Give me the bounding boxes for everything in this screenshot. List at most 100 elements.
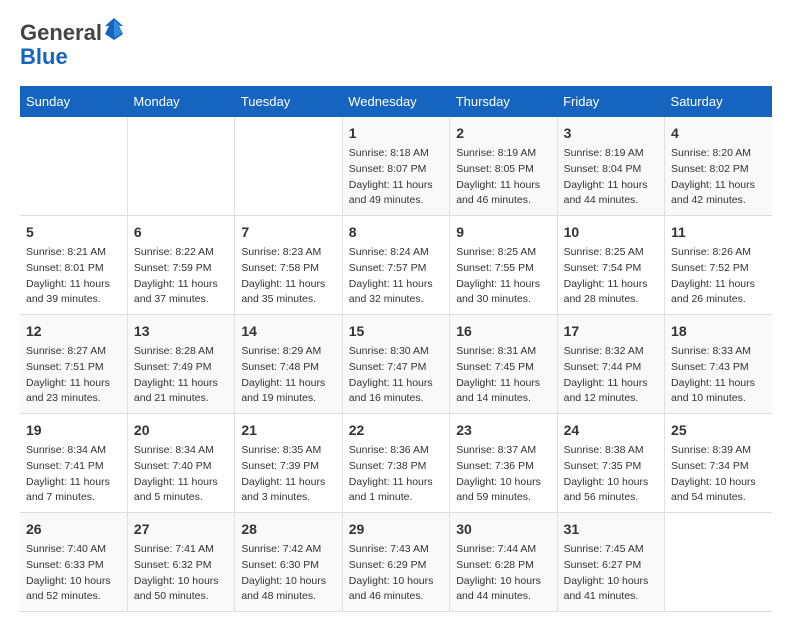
cell-content: Sunrise: 8:19 AM Sunset: 8:04 PM Dayligh… <box>564 146 658 209</box>
cell-content: Sunrise: 7:44 AM Sunset: 6:28 PM Dayligh… <box>456 542 550 605</box>
day-number: 26 <box>26 519 121 540</box>
weekday-header-tuesday: Tuesday <box>235 86 342 117</box>
cell-content: Sunrise: 7:45 AM Sunset: 6:27 PM Dayligh… <box>564 542 658 605</box>
calendar-cell: 15Sunrise: 8:30 AM Sunset: 7:47 PM Dayli… <box>342 315 449 414</box>
calendar-cell: 11Sunrise: 8:26 AM Sunset: 7:52 PM Dayli… <box>665 216 772 315</box>
day-number: 28 <box>241 519 335 540</box>
day-number: 9 <box>456 222 550 243</box>
cell-content: Sunrise: 7:43 AM Sunset: 6:29 PM Dayligh… <box>349 542 443 605</box>
cell-content: Sunrise: 8:28 AM Sunset: 7:49 PM Dayligh… <box>134 344 228 407</box>
day-number: 3 <box>564 123 658 144</box>
day-number: 31 <box>564 519 658 540</box>
day-number: 25 <box>671 420 766 441</box>
day-number: 18 <box>671 321 766 342</box>
cell-content: Sunrise: 8:25 AM Sunset: 7:54 PM Dayligh… <box>564 245 658 308</box>
day-number: 23 <box>456 420 550 441</box>
weekday-header-saturday: Saturday <box>665 86 772 117</box>
day-number: 5 <box>26 222 121 243</box>
calendar-cell: 20Sunrise: 8:34 AM Sunset: 7:40 PM Dayli… <box>127 414 234 513</box>
calendar-cell: 31Sunrise: 7:45 AM Sunset: 6:27 PM Dayli… <box>557 513 664 612</box>
cell-content: Sunrise: 8:22 AM Sunset: 7:59 PM Dayligh… <box>134 245 228 308</box>
calendar-week-1: 1Sunrise: 8:18 AM Sunset: 8:07 PM Daylig… <box>20 117 772 216</box>
calendar-cell: 3Sunrise: 8:19 AM Sunset: 8:04 PM Daylig… <box>557 117 664 216</box>
calendar-cell: 4Sunrise: 8:20 AM Sunset: 8:02 PM Daylig… <box>665 117 772 216</box>
cell-content: Sunrise: 8:30 AM Sunset: 7:47 PM Dayligh… <box>349 344 443 407</box>
cell-content: Sunrise: 8:27 AM Sunset: 7:51 PM Dayligh… <box>26 344 121 407</box>
day-number: 7 <box>241 222 335 243</box>
calendar-cell: 30Sunrise: 7:44 AM Sunset: 6:28 PM Dayli… <box>450 513 557 612</box>
calendar-cell: 14Sunrise: 8:29 AM Sunset: 7:48 PM Dayli… <box>235 315 342 414</box>
calendar-week-2: 5Sunrise: 8:21 AM Sunset: 8:01 PM Daylig… <box>20 216 772 315</box>
calendar-cell: 17Sunrise: 8:32 AM Sunset: 7:44 PM Dayli… <box>557 315 664 414</box>
calendar-cell: 28Sunrise: 7:42 AM Sunset: 6:30 PM Dayli… <box>235 513 342 612</box>
calendar-cell: 26Sunrise: 7:40 AM Sunset: 6:33 PM Dayli… <box>20 513 127 612</box>
day-number: 1 <box>349 123 443 144</box>
cell-content: Sunrise: 7:42 AM Sunset: 6:30 PM Dayligh… <box>241 542 335 605</box>
cell-content: Sunrise: 8:25 AM Sunset: 7:55 PM Dayligh… <box>456 245 550 308</box>
calendar-cell: 2Sunrise: 8:19 AM Sunset: 8:05 PM Daylig… <box>450 117 557 216</box>
calendar-cell <box>235 117 342 216</box>
calendar-cell: 25Sunrise: 8:39 AM Sunset: 7:34 PM Dayli… <box>665 414 772 513</box>
calendar-week-4: 19Sunrise: 8:34 AM Sunset: 7:41 PM Dayli… <box>20 414 772 513</box>
calendar-cell: 19Sunrise: 8:34 AM Sunset: 7:41 PM Dayli… <box>20 414 127 513</box>
calendar-week-3: 12Sunrise: 8:27 AM Sunset: 7:51 PM Dayli… <box>20 315 772 414</box>
day-number: 11 <box>671 222 766 243</box>
cell-content: Sunrise: 8:34 AM Sunset: 7:41 PM Dayligh… <box>26 443 121 506</box>
logo-blue: Blue <box>20 44 68 69</box>
cell-content: Sunrise: 8:19 AM Sunset: 8:05 PM Dayligh… <box>456 146 550 209</box>
day-number: 2 <box>456 123 550 144</box>
logo-general: General <box>20 20 102 46</box>
cell-content: Sunrise: 8:34 AM Sunset: 7:40 PM Dayligh… <box>134 443 228 506</box>
cell-content: Sunrise: 8:23 AM Sunset: 7:58 PM Dayligh… <box>241 245 335 308</box>
calendar-cell: 5Sunrise: 8:21 AM Sunset: 8:01 PM Daylig… <box>20 216 127 315</box>
cell-content: Sunrise: 8:38 AM Sunset: 7:35 PM Dayligh… <box>564 443 658 506</box>
calendar-cell: 12Sunrise: 8:27 AM Sunset: 7:51 PM Dayli… <box>20 315 127 414</box>
cell-content: Sunrise: 8:33 AM Sunset: 7:43 PM Dayligh… <box>671 344 766 407</box>
calendar-cell: 29Sunrise: 7:43 AM Sunset: 6:29 PM Dayli… <box>342 513 449 612</box>
calendar-cell: 6Sunrise: 8:22 AM Sunset: 7:59 PM Daylig… <box>127 216 234 315</box>
calendar-cell: 18Sunrise: 8:33 AM Sunset: 7:43 PM Dayli… <box>665 315 772 414</box>
calendar-week-5: 26Sunrise: 7:40 AM Sunset: 6:33 PM Dayli… <box>20 513 772 612</box>
logo: General Blue <box>20 20 123 70</box>
cell-content: Sunrise: 8:29 AM Sunset: 7:48 PM Dayligh… <box>241 344 335 407</box>
cell-content: Sunrise: 8:39 AM Sunset: 7:34 PM Dayligh… <box>671 443 766 506</box>
cell-content: Sunrise: 8:18 AM Sunset: 8:07 PM Dayligh… <box>349 146 443 209</box>
calendar-cell: 9Sunrise: 8:25 AM Sunset: 7:55 PM Daylig… <box>450 216 557 315</box>
day-number: 13 <box>134 321 228 342</box>
weekday-header-wednesday: Wednesday <box>342 86 449 117</box>
logo-bird-icon <box>105 18 123 40</box>
cell-content: Sunrise: 8:24 AM Sunset: 7:57 PM Dayligh… <box>349 245 443 308</box>
cell-content: Sunrise: 8:21 AM Sunset: 8:01 PM Dayligh… <box>26 245 121 308</box>
calendar-table: SundayMondayTuesdayWednesdayThursdayFrid… <box>20 86 772 612</box>
calendar-cell: 7Sunrise: 8:23 AM Sunset: 7:58 PM Daylig… <box>235 216 342 315</box>
cell-content: Sunrise: 8:32 AM Sunset: 7:44 PM Dayligh… <box>564 344 658 407</box>
day-number: 8 <box>349 222 443 243</box>
calendar-cell: 13Sunrise: 8:28 AM Sunset: 7:49 PM Dayli… <box>127 315 234 414</box>
cell-content: Sunrise: 8:36 AM Sunset: 7:38 PM Dayligh… <box>349 443 443 506</box>
calendar-cell <box>20 117 127 216</box>
calendar-cell: 8Sunrise: 8:24 AM Sunset: 7:57 PM Daylig… <box>342 216 449 315</box>
cell-content: Sunrise: 7:41 AM Sunset: 6:32 PM Dayligh… <box>134 542 228 605</box>
day-number: 22 <box>349 420 443 441</box>
day-number: 16 <box>456 321 550 342</box>
weekday-header-monday: Monday <box>127 86 234 117</box>
day-number: 20 <box>134 420 228 441</box>
cell-content: Sunrise: 8:26 AM Sunset: 7:52 PM Dayligh… <box>671 245 766 308</box>
cell-content: Sunrise: 8:31 AM Sunset: 7:45 PM Dayligh… <box>456 344 550 407</box>
cell-content: Sunrise: 8:35 AM Sunset: 7:39 PM Dayligh… <box>241 443 335 506</box>
calendar-cell <box>127 117 234 216</box>
calendar-cell: 21Sunrise: 8:35 AM Sunset: 7:39 PM Dayli… <box>235 414 342 513</box>
day-number: 19 <box>26 420 121 441</box>
day-number: 30 <box>456 519 550 540</box>
day-number: 15 <box>349 321 443 342</box>
day-number: 6 <box>134 222 228 243</box>
calendar-cell: 16Sunrise: 8:31 AM Sunset: 7:45 PM Dayli… <box>450 315 557 414</box>
day-number: 10 <box>564 222 658 243</box>
calendar-cell: 10Sunrise: 8:25 AM Sunset: 7:54 PM Dayli… <box>557 216 664 315</box>
weekday-header-friday: Friday <box>557 86 664 117</box>
day-number: 21 <box>241 420 335 441</box>
cell-content: Sunrise: 8:37 AM Sunset: 7:36 PM Dayligh… <box>456 443 550 506</box>
logo-container: General Blue <box>20 20 123 70</box>
weekday-header-row: SundayMondayTuesdayWednesdayThursdayFrid… <box>20 86 772 117</box>
calendar-cell: 1Sunrise: 8:18 AM Sunset: 8:07 PM Daylig… <box>342 117 449 216</box>
